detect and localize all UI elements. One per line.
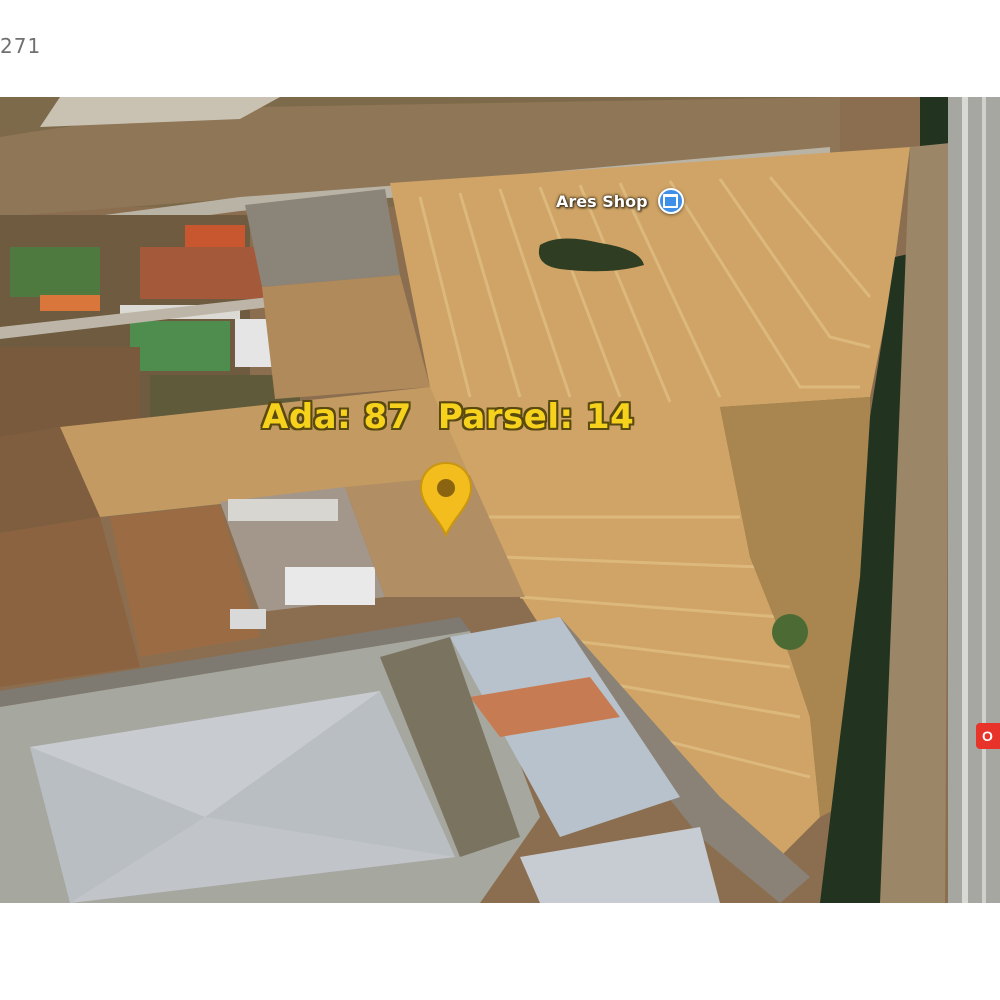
ada-label: Ada: 87 [262,397,412,437]
map-badge[interactable]: O [976,723,1000,749]
place-name[interactable]: Ares Shop [556,192,648,211]
shopping-bag-icon[interactable] [657,188,684,214]
location-pin-icon[interactable] [418,461,474,537]
place-marker[interactable]: Ares Shop [556,188,684,214]
satellite-imagery [0,97,1000,903]
satellite-map[interactable]: Ares Shop Ada: 87 Parsel: 14 O [0,97,1000,903]
parcel-label: Ada: 87 Parsel: 14 [262,397,634,441]
parsel-label: Parsel: 14 [437,397,635,437]
image-counter: 271 [0,34,42,58]
